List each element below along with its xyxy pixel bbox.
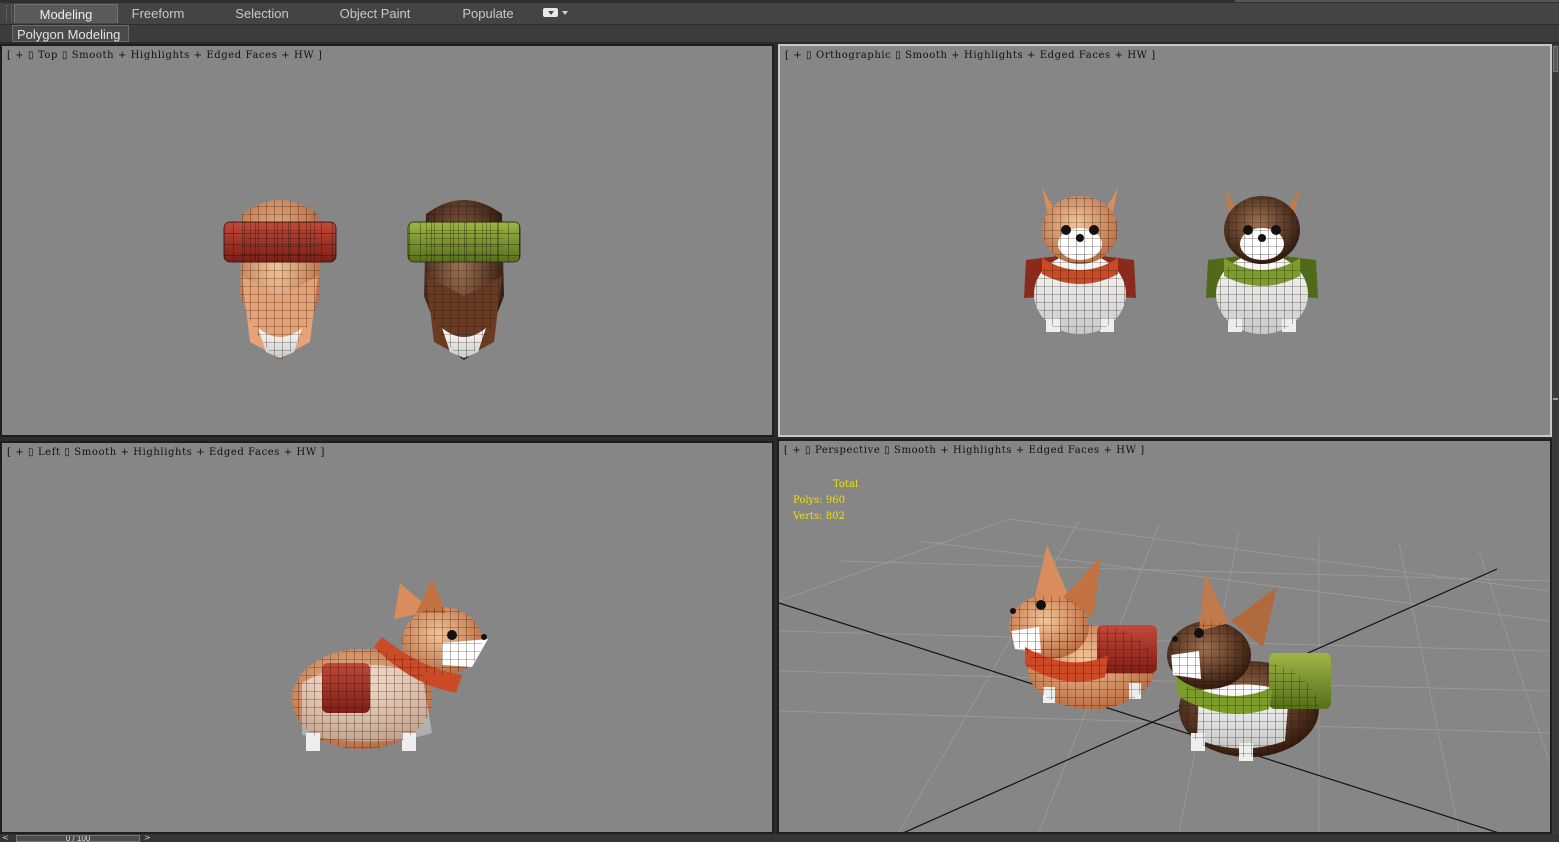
time-prev-button[interactable]: <	[2, 834, 14, 842]
corgi-dark-front	[1206, 188, 1318, 334]
ribbon-panel-bar: Polygon Modeling	[0, 25, 1559, 42]
perspective-grid	[779, 518, 1550, 832]
viewport-scrollbar[interactable]	[1552, 44, 1559, 834]
corgi-dark-top	[407, 200, 521, 360]
scrollbar-thumb[interactable]	[1553, 46, 1558, 72]
tab-freeform[interactable]: Freeform	[120, 4, 196, 23]
time-slider[interactable]: 0 / 100	[16, 835, 140, 842]
time-slider-bar: < 0 / 100 >	[0, 834, 1559, 842]
viewport-left[interactable]: [ + ▯ Left ▯ Smooth + Highlights + Edged…	[0, 441, 774, 834]
corgi-light-side	[292, 579, 488, 751]
tab-object-paint[interactable]: Object Paint	[330, 4, 420, 23]
tab-modeling[interactable]: Modeling	[14, 4, 118, 23]
perspective-view-scene	[779, 518, 1550, 832]
ribbon-tab-bar: Modeling Freeform Selection Object Paint…	[0, 0, 1559, 25]
corgi-light-top	[223, 200, 337, 360]
corgi-dark-perspective	[1167, 573, 1331, 761]
top-view-scene	[223, 200, 521, 360]
viewport-top[interactable]: [ + ▯ Top ▯ Smooth + Highlights + Edged …	[0, 44, 774, 437]
corgi-light-front	[1024, 188, 1136, 334]
scrollbar-mark	[1553, 398, 1558, 400]
ribbon-top-edge	[0, 0, 1559, 3]
grip-icon[interactable]	[6, 5, 12, 21]
viewport-orthographic[interactable]: [ + ▯ Orthographic ▯ Smooth + Highlights…	[778, 44, 1552, 437]
ortho-view-scene	[1024, 188, 1318, 334]
workspace-dropdown-icon[interactable]	[543, 8, 569, 20]
polygon-modeling-panel-button[interactable]: Polygon Modeling	[12, 25, 129, 42]
left-view-scene	[292, 579, 488, 751]
viewport-perspective[interactable]: [ + ▯ Perspective ▯ Smooth + Highlights …	[777, 439, 1552, 834]
tab-selection[interactable]: Selection	[224, 4, 300, 23]
time-next-button[interactable]: >	[144, 834, 156, 842]
tab-populate[interactable]: Populate	[450, 4, 526, 23]
